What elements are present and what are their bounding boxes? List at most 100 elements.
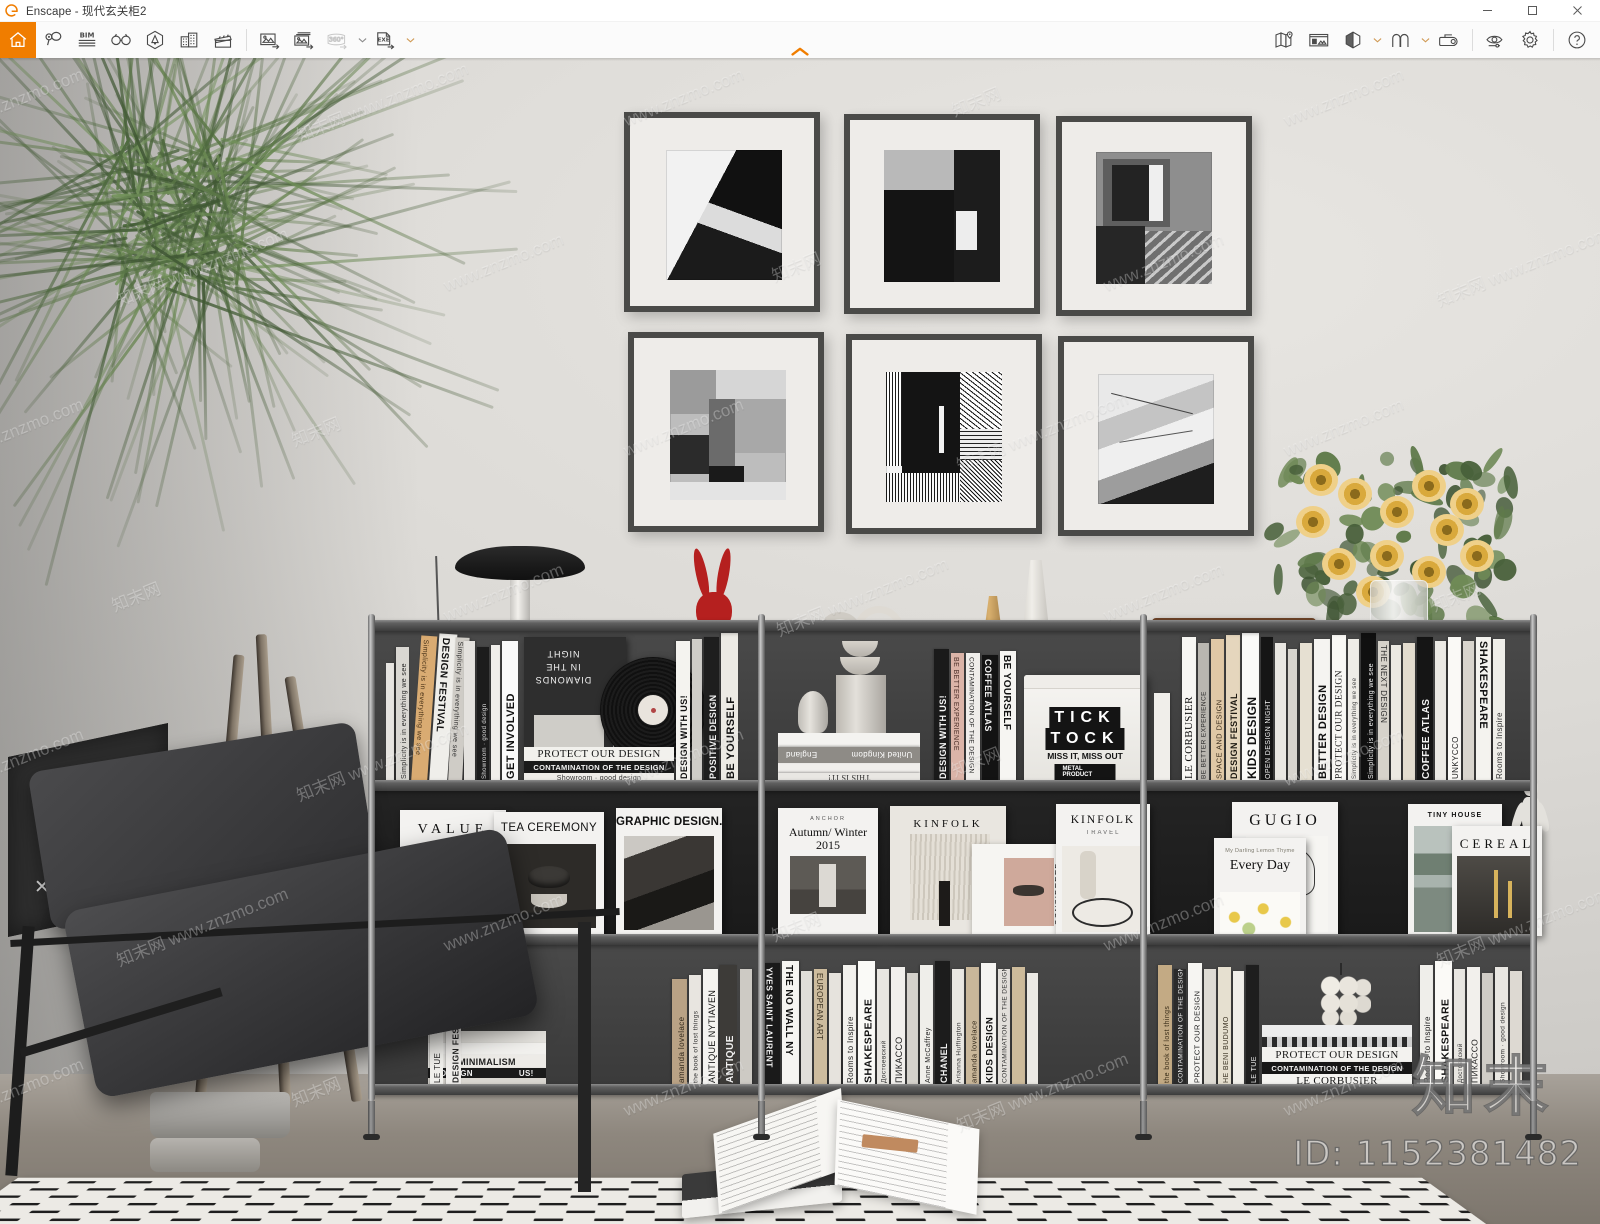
- close-button[interactable]: [1555, 0, 1600, 22]
- rug-dash: [1206, 1195, 1236, 1197]
- site-context-button[interactable]: [1268, 22, 1302, 58]
- exe-export-button[interactable]: EXE: [369, 22, 403, 58]
- toolbar-left-group: BIM 360° EXE: [0, 22, 417, 58]
- lamp-shade: [455, 546, 585, 580]
- batch-render-button[interactable]: [287, 22, 321, 58]
- rug-dash: [1033, 1195, 1062, 1197]
- book-spine: Arianna Huffington: [952, 969, 964, 1087]
- flower-bloom: [1430, 514, 1464, 546]
- rug-dash: [1161, 1211, 1192, 1213]
- render-image-button[interactable]: [253, 22, 287, 58]
- rug-dash: [1362, 1181, 1392, 1183]
- toolbar-separator: [246, 29, 247, 51]
- book-spine: amanda lovelace: [672, 979, 687, 1087]
- flower-bloom: [1338, 478, 1372, 510]
- book-spine: ANTIQUE: [720, 965, 737, 1087]
- video-editor-button[interactable]: [206, 22, 240, 58]
- rug-dash: [1091, 1195, 1121, 1197]
- book-spine: the book of lost things: [1158, 965, 1172, 1087]
- general-settings-button[interactable]: [1513, 22, 1547, 58]
- exe-export-icon: EXE: [374, 29, 398, 51]
- open-book-on-floor: [668, 1080, 988, 1210]
- stack-slab: PROTECT OUR DESIGN: [1262, 1047, 1412, 1062]
- rug-dash: [1057, 1188, 1086, 1190]
- home-button[interactable]: [0, 22, 36, 58]
- stack-slab: [1262, 1037, 1412, 1047]
- flower-bloom: [1304, 464, 1338, 496]
- flower-leaf: [1273, 564, 1283, 595]
- rug-dash: [1285, 1188, 1315, 1190]
- flower-bloom: [1412, 470, 1446, 502]
- toolbar-shadow: [0, 58, 1600, 61]
- book-spine: CHANEL: [935, 961, 950, 1087]
- book-spine: [1482, 973, 1493, 1087]
- view-management-button[interactable]: [1302, 22, 1336, 58]
- book-spine: ANTIQUE NYTIAVEN: [703, 969, 718, 1087]
- wall-frame-2: [844, 114, 1040, 314]
- render-viewport[interactable]: CENTURY Bridge Crowded Fashion Ideal Hom…: [0, 58, 1600, 1224]
- frame-artwork-black-window: [884, 150, 1000, 282]
- book-spine: Anne McCaffrey: [920, 965, 933, 1087]
- bim-button[interactable]: BIM: [70, 22, 104, 58]
- panorama-dropdown[interactable]: [355, 22, 369, 58]
- rug-dash: [956, 1219, 986, 1222]
- visual-settings-button[interactable]: [1479, 22, 1513, 58]
- book-spine: ПИКАССО: [1467, 967, 1480, 1087]
- chair-foot-disc: [150, 1138, 260, 1172]
- panorama-button[interactable]: 360°: [321, 22, 355, 58]
- vr-headset-icon: [1437, 29, 1461, 51]
- book-spine: [829, 973, 841, 1087]
- book-spine: KIDS DESIGN: [981, 963, 996, 1087]
- shelf-foot: [758, 1101, 765, 1135]
- vr-headset-button[interactable]: [1432, 22, 1466, 58]
- book-spine: [1027, 973, 1038, 1087]
- book-spine: [1510, 971, 1522, 1087]
- white-mode-button[interactable]: [1336, 22, 1370, 58]
- rug-dash: [864, 1211, 894, 1213]
- flower-bloom: [1322, 548, 1356, 580]
- frame-artwork-abstract-beams: [666, 150, 782, 280]
- lounge-chair: ✕: [0, 718, 620, 1224]
- map-pin-icon: [1273, 29, 1297, 51]
- exe-dropdown[interactable]: [403, 22, 417, 58]
- book-spine: [801, 971, 812, 1087]
- project-button[interactable]: [172, 22, 206, 58]
- wall-frame-1: [624, 112, 820, 312]
- rug-dash: [1399, 1188, 1430, 1190]
- asset-gem-icon: [144, 29, 166, 51]
- book-spine: PROTECT OUR DESIGN: [1188, 963, 1202, 1087]
- book-spine: HE BENI BUDUMO: [1218, 967, 1231, 1087]
- book-spine: [907, 973, 918, 1087]
- material-editor-button[interactable]: [1384, 22, 1418, 58]
- help-button[interactable]: [1560, 22, 1594, 58]
- rug-dash: [983, 1211, 1013, 1213]
- material-dropdown[interactable]: [1418, 22, 1432, 58]
- rug-dash: [1149, 1195, 1179, 1197]
- chair-leg-rear: [578, 922, 591, 1192]
- render-image-icon: [258, 29, 282, 51]
- views-button[interactable]: [36, 22, 70, 58]
- rug-dash: [1258, 1219, 1290, 1222]
- vr-preview-button[interactable]: [104, 22, 138, 58]
- flower-leaf: [1449, 573, 1477, 599]
- wall-frame-3: [1056, 116, 1252, 316]
- maximize-button[interactable]: [1510, 0, 1555, 22]
- rug-dash: [923, 1211, 953, 1213]
- book-spine: [740, 969, 752, 1087]
- book-spine: Rooms to Inspire: [1420, 965, 1433, 1087]
- wall-frame-5: [846, 334, 1042, 534]
- book-spine: SHAKESPEARE: [858, 961, 875, 1087]
- chevron-down-icon: [1421, 36, 1430, 45]
- asset-library-button[interactable]: [138, 22, 172, 58]
- white-mode-dropdown[interactable]: [1370, 22, 1384, 58]
- flower-bloom: [1296, 506, 1330, 538]
- rug-dash: [1249, 1181, 1279, 1183]
- shelf-foot: [1140, 1101, 1147, 1135]
- minimize-button[interactable]: [1465, 0, 1510, 22]
- candle-wick: [1340, 963, 1342, 975]
- wall-frame-4: [628, 332, 824, 532]
- bubble-candle: [1317, 973, 1371, 1025]
- rug-dash: [1318, 1219, 1350, 1222]
- eye-settings-icon: [1484, 29, 1508, 51]
- collapse-toolbar-chevron-up-icon[interactable]: [777, 47, 823, 58]
